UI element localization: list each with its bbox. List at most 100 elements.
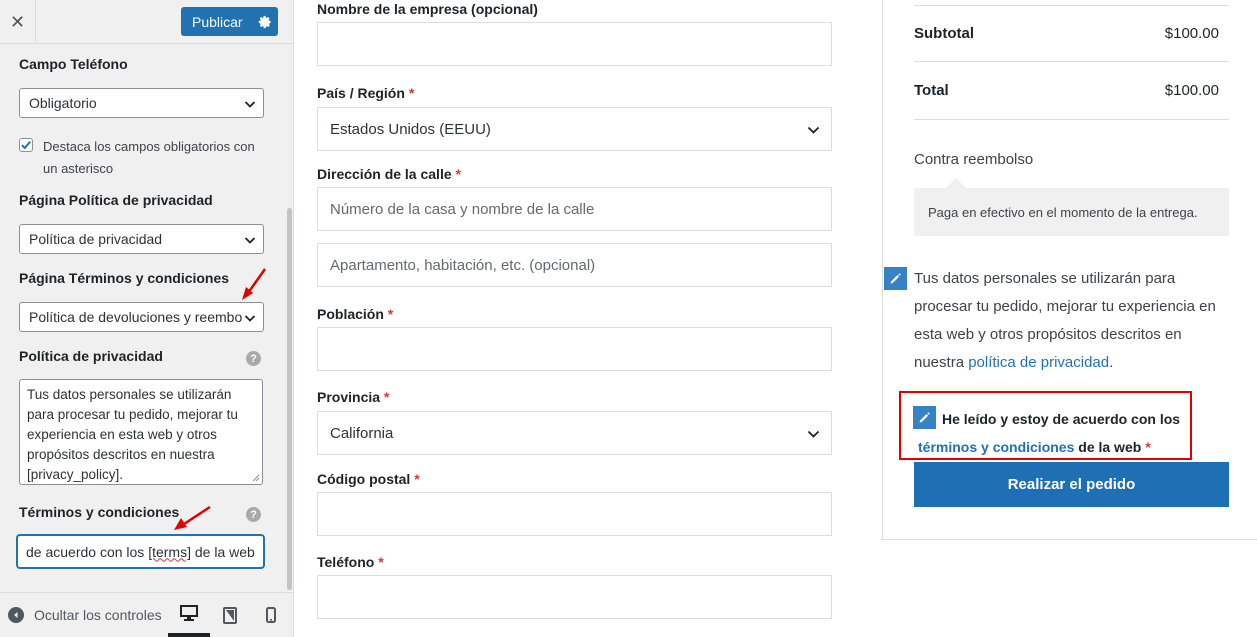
- privacy-page-value: Política de privacidad: [29, 231, 163, 247]
- panel-scrollbar[interactable]: [287, 208, 292, 590]
- postcode-input[interactable]: [317, 492, 832, 536]
- divider: [914, 5, 1229, 6]
- terms-label: Términos y condiciones: [19, 504, 180, 520]
- phone-label-text: Teléfono: [317, 554, 375, 570]
- state-select[interactable]: California: [317, 411, 832, 455]
- terms-value-end: de la web: [190, 543, 255, 560]
- panel-footer: Ocultar los controles: [0, 592, 293, 637]
- annotation-arrow-icon: [174, 505, 211, 530]
- country-value: Estados Unidos (EEUU): [330, 120, 491, 138]
- country-label: País / Región *: [317, 85, 414, 101]
- chevron-down-icon: [244, 315, 256, 322]
- divider: [914, 61, 1229, 62]
- close-button[interactable]: ✕: [0, 0, 36, 44]
- collapse-icon: [8, 607, 24, 623]
- terms-acceptance-end: de la web: [1074, 439, 1146, 455]
- publish-label: Publicar: [192, 13, 243, 30]
- collapse-controls-button[interactable]: Ocultar los controles: [8, 607, 162, 623]
- publish-button[interactable]: Publicar: [181, 7, 278, 36]
- subtotal-value: $100.00: [1164, 25, 1219, 42]
- state-label: Provincia *: [317, 389, 389, 405]
- terms-acceptance-text: He leído y estoy de acuerdo con los: [942, 411, 1181, 427]
- phone-label: Teléfono *: [317, 554, 384, 570]
- street-address-placeholder: Número de la casa y nombre de la calle: [330, 200, 595, 218]
- privacy-policy-label: Política de privacidad: [19, 348, 163, 364]
- city-label: Población *: [317, 306, 393, 322]
- preview-desktop-button[interactable]: [168, 593, 210, 637]
- required-asterisk: *: [1145, 439, 1151, 455]
- phone-input[interactable]: [317, 575, 832, 619]
- privacy-page-select[interactable]: Política de privacidad: [19, 224, 264, 254]
- city-label-text: Población: [317, 306, 384, 322]
- country-label-text: País / Región: [317, 85, 405, 101]
- city-input[interactable]: [317, 327, 832, 371]
- required-asterisk: *: [414, 471, 420, 487]
- postcode-label-text: Código postal: [317, 471, 411, 487]
- close-icon: ✕: [9, 11, 26, 32]
- street-label-text: Dirección de la calle: [317, 166, 452, 182]
- help-icon[interactable]: ?: [246, 351, 261, 366]
- privacy-policy-link[interactable]: política de privacidad: [968, 354, 1109, 371]
- annotation-arrow-icon: [242, 268, 267, 300]
- street-label: Dirección de la calle *: [317, 166, 461, 182]
- mobile-icon: [266, 607, 276, 623]
- highlight-required-label: Destaca los campos obligatorios con un a…: [43, 139, 255, 176]
- customizer-panel: ✕ Publicar Campo Teléfono Obligatorio De…: [0, 0, 294, 637]
- company-input[interactable]: [317, 22, 832, 66]
- privacy-policy-textarea[interactable]: Tus datos personales se utilizarán para …: [19, 379, 263, 485]
- highlight-required-checkbox[interactable]: [19, 138, 33, 152]
- preview-tablet-button[interactable]: [209, 593, 251, 637]
- total-value: $100.00: [1164, 82, 1219, 99]
- chevron-down-icon: [807, 430, 820, 438]
- terms-page-select[interactable]: Política de devoluciones y reembo: [19, 302, 264, 332]
- street-address-2-input[interactable]: Apartamento, habitación, etc. (opcional): [317, 243, 832, 287]
- tablet-icon: [223, 606, 237, 624]
- phone-field-value: Obligatorio: [29, 95, 97, 111]
- divider: [914, 119, 1229, 120]
- chevron-down-icon: [807, 126, 820, 134]
- preview-mobile-button[interactable]: [250, 593, 292, 637]
- state-value: California: [330, 424, 394, 442]
- country-select[interactable]: Estados Unidos (EEUU): [317, 107, 832, 151]
- check-icon: [21, 140, 31, 150]
- terms-page-value: Política de devoluciones y reembo: [29, 309, 243, 325]
- street-address-2-placeholder: Apartamento, habitación, etc. (opcional): [330, 256, 596, 274]
- subtotal-label: Subtotal: [914, 25, 974, 42]
- phone-field-label: Campo Teléfono: [19, 56, 128, 72]
- required-asterisk: *: [387, 306, 394, 322]
- privacy-page-label: Página Política de privacidad: [19, 192, 213, 208]
- street-address-input[interactable]: Número de la casa y nombre de la calle: [317, 187, 832, 231]
- total-label: Total: [914, 82, 949, 99]
- terms-link[interactable]: términos y condiciones: [918, 439, 1074, 455]
- resize-grip-icon[interactable]: [252, 474, 260, 482]
- privacy-notice: Tus datos personales se utilizarán para …: [914, 265, 1234, 377]
- required-asterisk: *: [383, 389, 390, 405]
- gear-icon[interactable]: [252, 15, 278, 29]
- desktop-icon: [180, 605, 198, 621]
- terms-acceptance: He leído y estoy de acuerdo con los térm…: [918, 405, 1193, 461]
- state-label-text: Provincia: [317, 389, 381, 405]
- edit-pencil-button[interactable]: [884, 267, 907, 290]
- privacy-policy-text: Tus datos personales se utilizarán para …: [27, 387, 238, 482]
- required-asterisk: *: [408, 85, 415, 101]
- pencil-icon: [890, 273, 901, 284]
- company-label: Nombre de la empresa (opcional): [317, 1, 538, 17]
- chevron-down-icon: [244, 237, 256, 244]
- terms-input[interactable]: de acuerdo con los [terms] de la web: [17, 535, 264, 568]
- terms-value-start: de acuerdo con los: [26, 543, 149, 560]
- privacy-notice-end: .: [1109, 354, 1114, 371]
- phone-field-select[interactable]: Obligatorio: [19, 88, 264, 118]
- terms-shortcode: [terms]: [148, 543, 191, 560]
- terms-page-label: Página Términos y condiciones: [19, 270, 230, 286]
- payment-method-label[interactable]: Contra reembolso: [914, 151, 1033, 168]
- chevron-down-icon: [244, 101, 256, 108]
- required-asterisk: *: [378, 554, 384, 570]
- place-order-button[interactable]: Realizar el pedido: [914, 462, 1229, 507]
- collapse-label: Ocultar los controles: [34, 607, 162, 623]
- place-order-label: Realizar el pedido: [1007, 476, 1136, 493]
- required-asterisk: *: [455, 166, 461, 182]
- postcode-label: Código postal *: [317, 471, 420, 487]
- help-icon[interactable]: ?: [246, 507, 261, 522]
- payment-box-notch: [946, 178, 966, 188]
- payment-description-box: Paga en efectivo en el momento de la ent…: [914, 188, 1229, 236]
